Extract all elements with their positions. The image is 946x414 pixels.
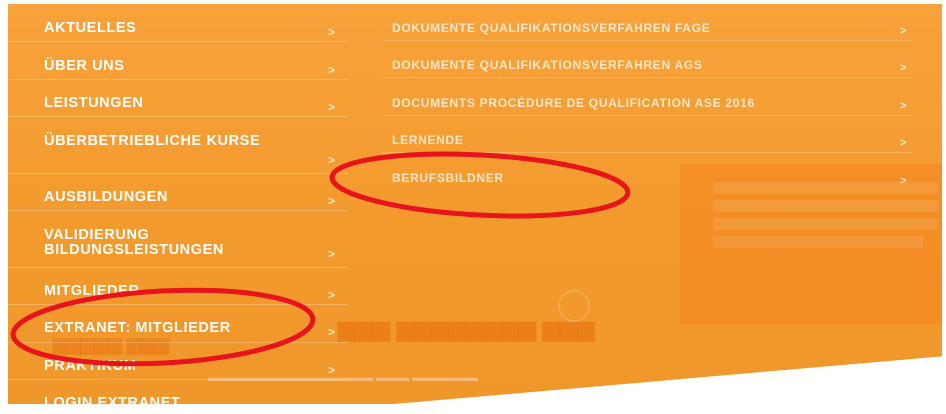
nav-item-label: AUSBILDUNGEN [44,189,169,205]
nav-item-label: EXTRANET: MITGLIEDER [44,320,231,336]
chevron-right-icon: > [328,288,336,302]
main-navigation-menu: AKTUELLES > ÜBER UNS > LEISTUNGEN > ÜBER… [8,4,348,414]
chevron-right-icon: > [900,62,908,74]
nav-item-label: AKTUELLES [44,20,137,36]
submenu-item-label: LERNENDE [392,133,464,147]
submenu-item-label: DOCUMENTS PROCÉDURE DE QUALIFICATION ASE… [392,96,755,110]
nav-item-label: PRAKTIKUM [44,358,137,374]
nav-item-label: VALIDIERUNG BILDUNGSLEISTUNGEN [44,227,224,258]
chevron-right-icon: > [328,400,336,414]
background-heading-shape: ▆▆▆ ▆▆▆▆▆▆▆▆ ▆▆▆ [338,316,596,341]
nav-item-label: LEISTUNGEN [44,95,144,111]
nav-item-aktuelles[interactable]: AKTUELLES > [8,4,348,42]
submenu-item-documents-ase[interactable]: DOCUMENTS PROCÉDURE DE QUALIFICATION ASE… [382,79,912,116]
chevron-right-icon: > [328,25,336,39]
nav-item-extranet-mitglieder[interactable]: EXTRANET: MITGLIEDER > [8,304,348,343]
nav-item-praktikum[interactable]: PRAKTIKUM > [8,342,348,380]
chevron-right-icon: > [900,100,908,112]
chevron-right-icon: > [328,247,336,261]
chevron-right-icon: > [900,25,908,37]
background-promo-line [713,236,923,248]
chevron-right-icon: > [328,363,336,377]
nav-item-label: MITGLIEDER [44,283,140,299]
background-circle-shape [558,290,590,322]
chevron-right-icon: > [328,153,336,167]
nav-item-login-extranet[interactable]: LOGIN EXTRANET > [8,379,348,414]
chevron-right-icon: > [328,100,336,114]
nav-item-label: LOGIN EXTRANET [44,395,181,411]
nav-item-label: ÜBER UNS [44,58,125,74]
chevron-right-icon: > [328,325,336,339]
submenu-item-dokumente-ags[interactable]: DOKUMENTE QUALIFIKATIONSVERFAHREN AGS > [382,41,912,78]
nav-item-mitglieder[interactable]: MITGLIEDER > [8,267,348,305]
chevron-right-icon: > [900,137,908,149]
submenu-item-dokumente-fage[interactable]: DOKUMENTE QUALIFIKATIONSVERFAHREN FAGE > [382,4,912,41]
submenu-item-lernende[interactable]: LERNENDE > [382,116,912,153]
submenu-item-berufsbildner[interactable]: BERUFSBILDNER > [382,154,912,190]
background-promo-line [713,218,938,230]
nav-item-ausbildungen[interactable]: AUSBILDUNGEN > [8,173,348,211]
extranet-submenu: DOKUMENTE QUALIFIKATIONSVERFAHREN FAGE >… [382,4,912,204]
nav-item-leistungen[interactable]: LEISTUNGEN > [8,79,348,117]
chevron-right-icon: > [900,175,908,187]
nav-item-ueber-uns[interactable]: ÜBER UNS > [8,41,348,80]
nav-item-validierung-bildungsleistungen[interactable]: VALIDIERUNG BILDUNGSLEISTUNGEN > [8,210,348,268]
nav-item-label: ÜBERBETRIEBLICHE KURSE [44,133,261,149]
chevron-right-icon: > [328,194,336,208]
submenu-item-label: BERUFSBILDNER [392,171,504,185]
nav-item-ueberbetriebliche-kurse[interactable]: ÜBERBETRIEBLICHE KURSE > [8,116,348,174]
submenu-item-label: DOKUMENTE QUALIFIKATIONSVERFAHREN AGS [392,58,703,72]
submenu-item-label: DOKUMENTE QUALIFIKATIONSVERFAHREN FAGE [392,21,711,35]
chevron-right-icon: > [328,63,336,77]
